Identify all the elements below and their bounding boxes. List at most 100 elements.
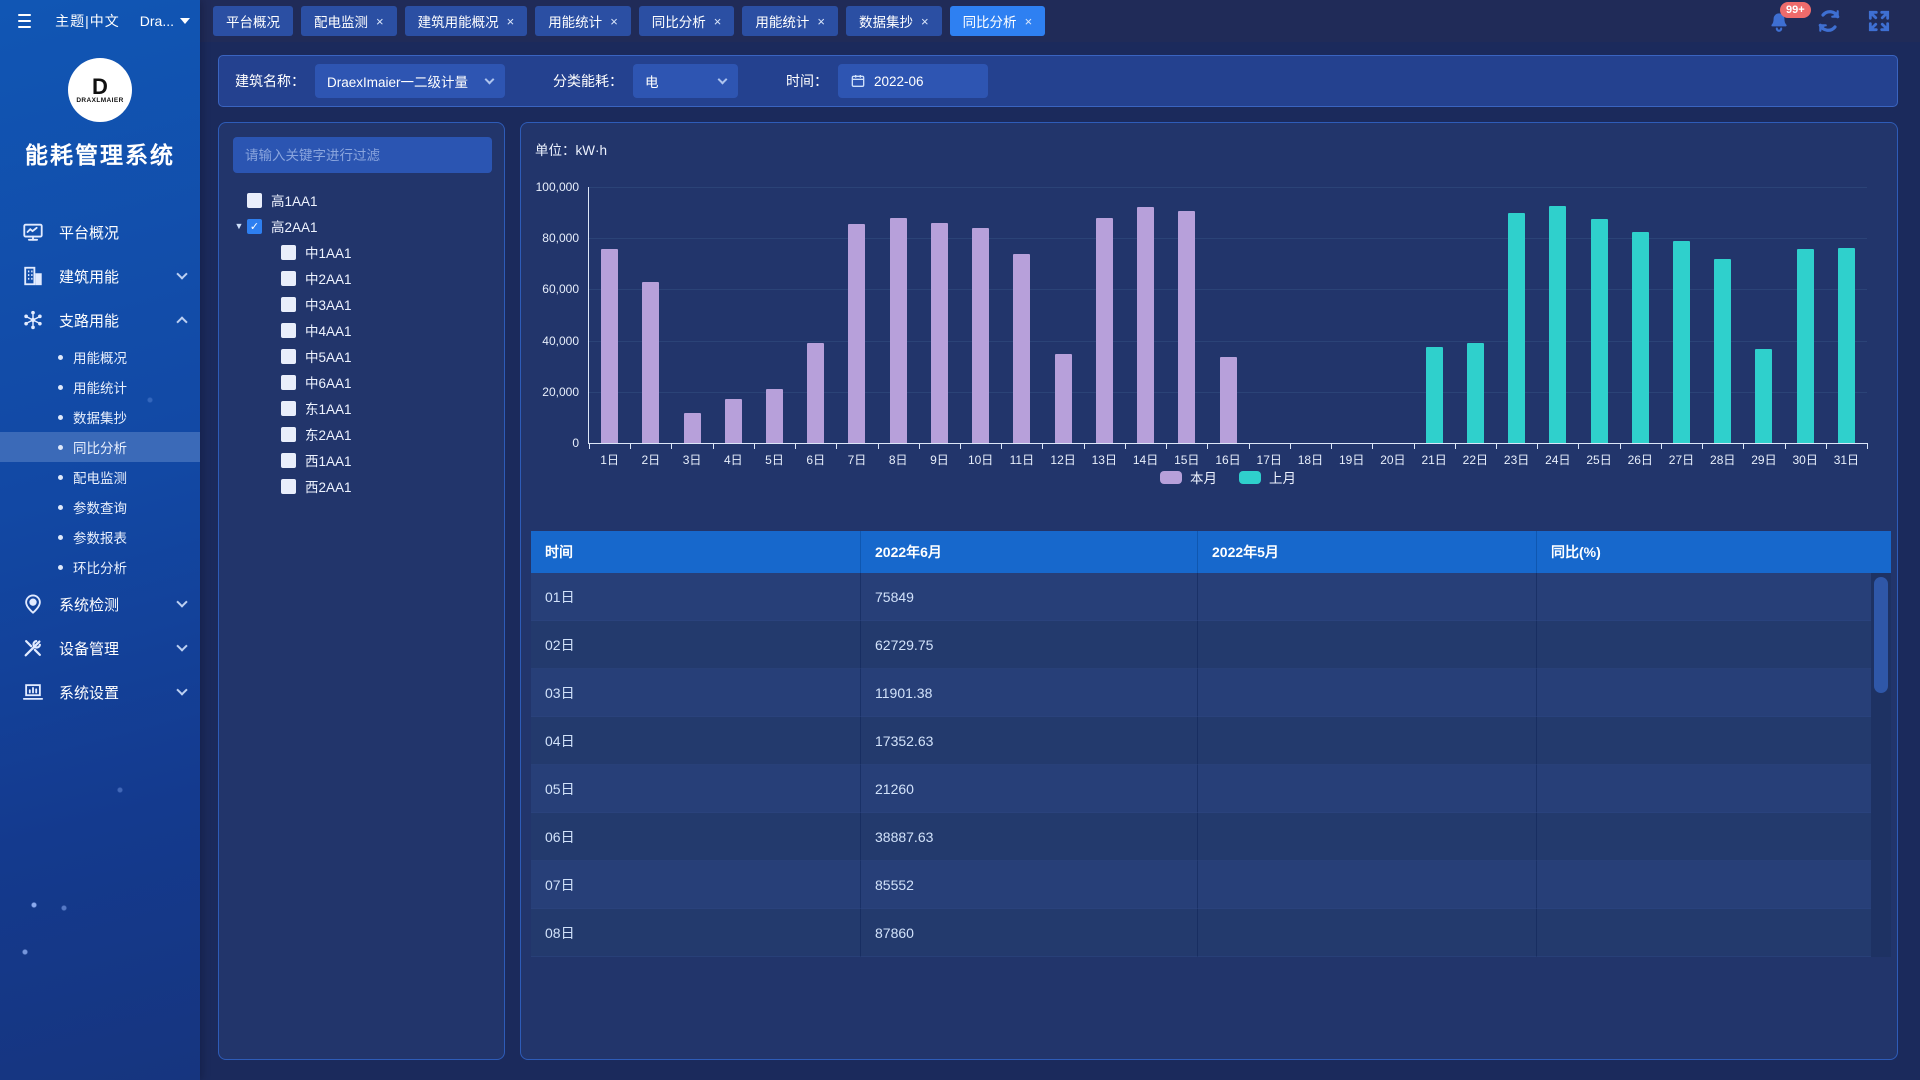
table-row[interactable]: 07日85552 <box>531 861 1891 909</box>
sidebar-item-平台概况[interactable]: 平台概况 <box>0 210 200 254</box>
sidebar-subitem-参数报表[interactable]: 参数报表 <box>0 522 200 552</box>
table-row[interactable]: 02日62729.75 <box>531 621 1891 669</box>
close-icon[interactable]: × <box>1025 15 1033 28</box>
tree-node-高1AA1[interactable]: 高1AA1 <box>219 187 504 213</box>
bar-本月-15日[interactable] <box>1178 211 1195 443</box>
checkbox-unchecked[interactable] <box>281 271 296 286</box>
legend-item-上月[interactable]: 上月 <box>1239 467 1296 487</box>
sidebar-item-支路用能[interactable]: 支路用能 <box>0 298 200 342</box>
table-scrollbar[interactable] <box>1871 531 1891 957</box>
building-select[interactable]: DraexImaier一二级计量 <box>315 64 505 98</box>
bar-上月-21日[interactable] <box>1426 347 1443 443</box>
tree-node-中1AA1[interactable]: 中1AA1 <box>219 239 504 265</box>
close-icon[interactable]: × <box>921 15 929 28</box>
checkbox-checked[interactable]: ✓ <box>247 219 262 234</box>
bar-本月-8日[interactable] <box>890 218 907 443</box>
tab-平台概况[interactable]: 平台概况 <box>213 6 293 36</box>
theme-language-switch[interactable]: 主题|中文 <box>55 11 120 31</box>
tree-node-西1AA1[interactable]: 西1AA1 <box>219 447 504 473</box>
bar-本月-4日[interactable] <box>725 399 742 443</box>
tree-node-中4AA1[interactable]: 中4AA1 <box>219 317 504 343</box>
tab-同比分析[interactable]: 同比分析× <box>950 6 1046 36</box>
sidebar-subitem-环比分析[interactable]: 环比分析 <box>0 552 200 582</box>
table-row[interactable]: 08日87860 <box>531 909 1891 957</box>
energy-type-select[interactable]: 电 <box>633 64 738 98</box>
checkbox-unchecked[interactable] <box>281 479 296 494</box>
tab-同比分析[interactable]: 同比分析× <box>639 6 735 36</box>
tree-node-东2AA1[interactable]: 东2AA1 <box>219 421 504 447</box>
bar-上月-24日[interactable] <box>1549 206 1566 443</box>
bar-上月-31日[interactable] <box>1838 248 1855 443</box>
tree-node-高2AA1[interactable]: ▼✓高2AA1 <box>219 213 504 239</box>
checkbox-unchecked[interactable] <box>281 323 296 338</box>
tree-node-中5AA1[interactable]: 中5AA1 <box>219 343 504 369</box>
tab-用能统计[interactable]: 用能统计× <box>535 6 631 36</box>
sidebar-item-建筑用能[interactable]: 建筑用能 <box>0 254 200 298</box>
bar-本月-12日[interactable] <box>1055 354 1072 443</box>
user-menu[interactable]: Dra... <box>140 13 190 29</box>
table-row[interactable]: 06日38887.63 <box>531 813 1891 861</box>
tree-node-东1AA1[interactable]: 东1AA1 <box>219 395 504 421</box>
table-row[interactable]: 04日17352.63 <box>531 717 1891 765</box>
tree-node-中3AA1[interactable]: 中3AA1 <box>219 291 504 317</box>
bar-上月-25日[interactable] <box>1591 219 1608 443</box>
close-icon[interactable]: × <box>507 15 515 28</box>
tree-node-中2AA1[interactable]: 中2AA1 <box>219 265 504 291</box>
bar-上月-23日[interactable] <box>1508 213 1525 443</box>
sidebar-subitem-用能概况[interactable]: 用能概况 <box>0 342 200 372</box>
sidebar-item-设备管理[interactable]: 设备管理 <box>0 626 200 670</box>
checkbox-unchecked[interactable] <box>281 453 296 468</box>
checkbox-unchecked[interactable] <box>247 193 262 208</box>
bar-上月-26日[interactable] <box>1632 232 1649 443</box>
legend-item-本月[interactable]: 本月 <box>1160 467 1217 487</box>
bar-本月-13日[interactable] <box>1096 218 1113 443</box>
close-icon[interactable]: × <box>610 15 618 28</box>
table-row[interactable]: 03日11901.38 <box>531 669 1891 717</box>
bar-本月-9日[interactable] <box>931 223 948 443</box>
tree-expander-icon[interactable]: ▼ <box>231 221 247 231</box>
sidebar-subitem-配电监测[interactable]: 配电监测 <box>0 462 200 492</box>
checkbox-unchecked[interactable] <box>281 401 296 416</box>
close-icon[interactable]: × <box>817 15 825 28</box>
tab-建筑用能概况[interactable]: 建筑用能概况× <box>405 6 528 36</box>
notifications-bell-icon[interactable]: 99+ <box>1766 8 1792 34</box>
time-picker[interactable]: 2022-06 <box>838 64 988 98</box>
bar-本月-2日[interactable] <box>642 282 659 443</box>
table-row[interactable]: 05日21260 <box>531 765 1891 813</box>
bar-上月-27日[interactable] <box>1673 241 1690 443</box>
table-row[interactable]: 01日75849 <box>531 573 1891 621</box>
tree-node-中6AA1[interactable]: 中6AA1 <box>219 369 504 395</box>
bar-上月-28日[interactable] <box>1714 259 1731 443</box>
bar-本月-11日[interactable] <box>1013 254 1030 443</box>
checkbox-unchecked[interactable] <box>281 375 296 390</box>
bar-本月-14日[interactable] <box>1137 207 1154 443</box>
fullscreen-icon[interactable] <box>1866 8 1892 34</box>
bar-本月-10日[interactable] <box>972 228 989 443</box>
sidebar-item-系统设置[interactable]: 系统设置 <box>0 670 200 714</box>
checkbox-unchecked[interactable] <box>281 245 296 260</box>
bar-上月-22日[interactable] <box>1467 343 1484 443</box>
checkbox-unchecked[interactable] <box>281 349 296 364</box>
tree-search-input[interactable] <box>233 137 492 173</box>
table-scrollbar-thumb[interactable] <box>1874 577 1888 693</box>
bar-本月-7日[interactable] <box>848 224 865 443</box>
bar-本月-3日[interactable] <box>684 413 701 443</box>
bar-本月-16日[interactable] <box>1220 357 1237 443</box>
sidebar-subitem-用能统计[interactable]: 用能统计 <box>0 372 200 402</box>
tab-配电监测[interactable]: 配电监测× <box>301 6 397 36</box>
bar-本月-1日[interactable] <box>601 249 618 443</box>
bar-本月-5日[interactable] <box>766 389 783 443</box>
sidebar-subitem-数据集抄[interactable]: 数据集抄 <box>0 402 200 432</box>
sidebar-subitem-同比分析[interactable]: 同比分析 <box>0 432 200 462</box>
sidebar-item-系统检测[interactable]: 系统检测 <box>0 582 200 626</box>
checkbox-unchecked[interactable] <box>281 427 296 442</box>
sidebar-subitem-参数查询[interactable]: 参数查询 <box>0 492 200 522</box>
tab-用能统计[interactable]: 用能统计× <box>742 6 838 36</box>
checkbox-unchecked[interactable] <box>281 297 296 312</box>
bar-上月-30日[interactable] <box>1797 249 1814 443</box>
close-icon[interactable]: × <box>714 15 722 28</box>
tree-node-西2AA1[interactable]: 西2AA1 <box>219 473 504 499</box>
hamburger-menu-icon[interactable] <box>18 14 31 28</box>
close-icon[interactable]: × <box>376 15 384 28</box>
refresh-icon[interactable] <box>1816 8 1842 34</box>
